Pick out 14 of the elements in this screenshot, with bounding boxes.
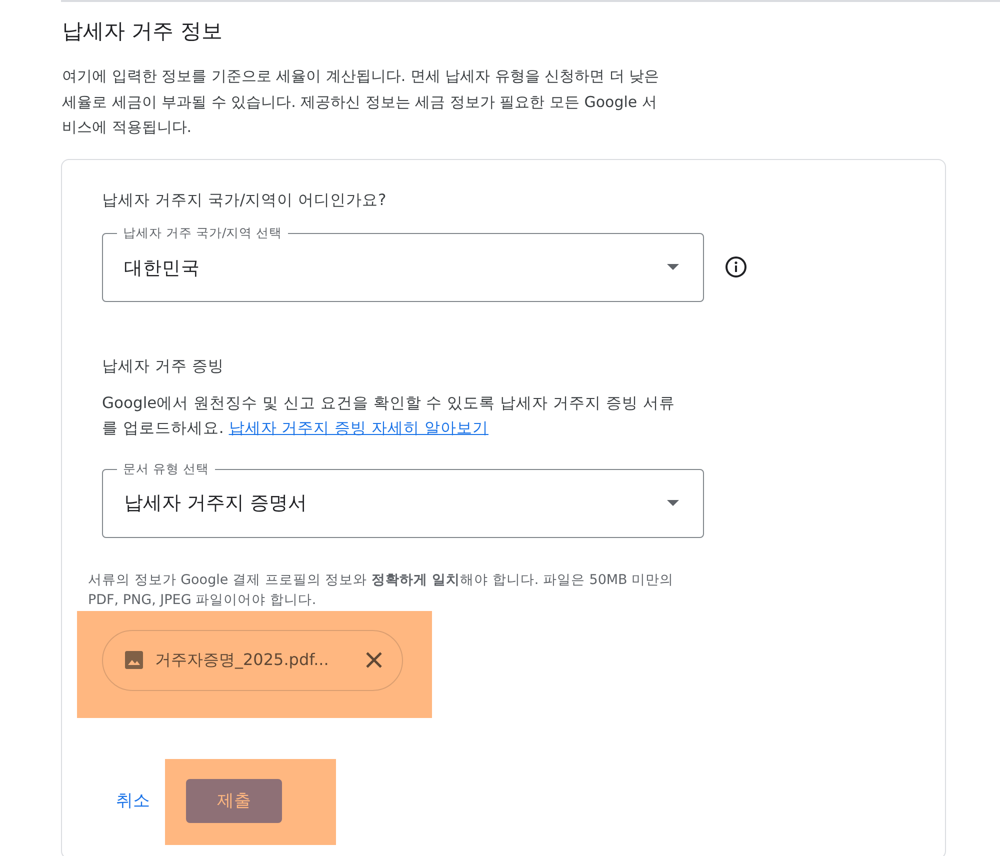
field-label: 문서 유형 선택 — [117, 460, 215, 476]
page-title: 납세자 거주 정보 — [62, 18, 224, 45]
caret-icon — [667, 264, 679, 270]
file-name: 거주자증명_2025.pdf... — [155, 650, 330, 670]
learn-more-link[interactable]: 납세자 거주지 증빙 자세히 알아보기 — [228, 418, 488, 436]
hint-text: 서류의 정보가 Google 결제 프로필의 정보와 정확하게 일치해야 합니다. 파일은 50MB 미만의 PDF, PNG, JPEG 파일이어야 합니다. — [88, 570, 675, 610]
cancel-button[interactable]: 취소 — [108, 783, 158, 818]
info-icon[interactable] — [724, 254, 748, 278]
description-text: 여기에 입력한 정보를 기준으로 세율이 계산됩니다. 면세 납세자 유형을 신청하면 더 낮은 세율로 세금이 부과될 수 있습니다. 제공하신 정보는 세금 정보가 필요한 모든 Google 서비스에 적용됩니다. — [62, 66, 660, 138]
proof-text: Google에서 원천징수 및 신고 요건을 확인할 수 있도록 납세자 거주지 증빙 서류를 업로드하세요. 납세자 거주지 증빙 자세히 알아보기 — [102, 392, 676, 438]
caret-icon — [667, 500, 679, 506]
section-heading: 납세자 거주 증빙 — [102, 356, 225, 376]
question-text: 납세자 거주지 국가/지역이 어디인가요? — [102, 190, 388, 210]
field-label: 납세자 거주 국가/지역 선택 — [117, 224, 288, 240]
